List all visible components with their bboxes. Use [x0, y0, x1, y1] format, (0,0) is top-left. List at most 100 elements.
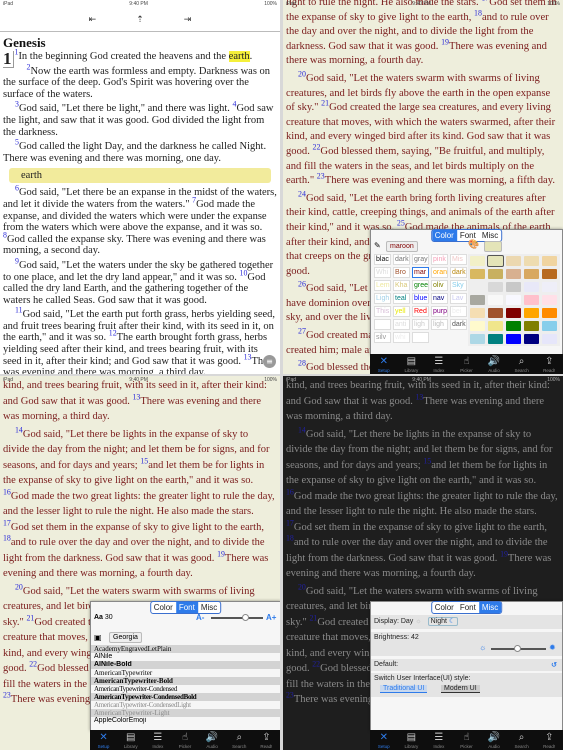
verse-number[interactable]: 16	[3, 487, 11, 496]
toolbar-read-button[interactable]: ⇪ Read!	[538, 356, 560, 373]
background-swatch[interactable]	[470, 269, 485, 279]
color-name-option[interactable]: anti	[393, 319, 410, 330]
color-name-option[interactable]: dark	[393, 254, 410, 265]
color-name-option[interactable]: Lav	[450, 293, 467, 304]
color-name-option[interactable]: gree	[412, 280, 429, 291]
tab-color[interactable]: Color	[432, 602, 457, 613]
background-swatch[interactable]	[488, 295, 503, 305]
toolbar-audio-button[interactable]: 🔊 Audio	[483, 732, 505, 749]
verse-number[interactable]: 19	[500, 549, 508, 558]
color-name-option[interactable]: teal	[393, 293, 410, 304]
tab-misc[interactable]: Misc	[478, 602, 502, 613]
toolbar-index-button[interactable]: ☰ Index	[428, 356, 450, 373]
color-name-option[interactable]: silv	[374, 332, 391, 343]
color-name-option[interactable]: dark	[450, 267, 467, 278]
toolbar-audio-button[interactable]: 🔊 Audio	[201, 732, 223, 749]
background-swatch[interactable]	[542, 269, 557, 279]
tab-color[interactable]: Color	[431, 230, 457, 241]
tab-misc[interactable]: Misc	[198, 602, 220, 613]
toolbar-setup-button[interactable]: ✕ Setup	[93, 732, 115, 749]
font-option[interactable]: AmericanTypewriter-Condensed	[91, 685, 280, 693]
day-mode-button[interactable]: Day	[401, 618, 413, 625]
color-name-option[interactable]: mar	[412, 267, 429, 278]
background-swatch[interactable]	[524, 308, 539, 318]
toolbar-picker-button[interactable]: ☝ Picker	[174, 732, 196, 749]
background-swatch[interactable]	[488, 269, 503, 279]
font-option[interactable]: AlNile-Bold	[91, 661, 280, 669]
verse-number[interactable]: 19	[217, 549, 225, 558]
verse-number[interactable]: 23	[3, 691, 11, 700]
verse-number[interactable]: 25	[397, 218, 405, 227]
color-name-option[interactable]	[374, 319, 391, 330]
increase-font-button[interactable]: A+	[266, 613, 276, 622]
background-swatch[interactable]	[470, 295, 485, 305]
verse-number[interactable]: 14	[15, 425, 23, 434]
slider-knob[interactable]	[242, 614, 250, 621]
toolbar-picker-button[interactable]: ☝ Picker	[455, 732, 477, 749]
color-name-option[interactable]: yell	[393, 306, 410, 317]
background-swatch[interactable]	[542, 282, 557, 292]
verse-number[interactable]: 19	[441, 37, 449, 46]
verse-number[interactable]: 23	[317, 172, 325, 181]
background-swatch[interactable]	[470, 334, 485, 344]
verse-number[interactable]: 21	[321, 99, 329, 108]
background-swatch[interactable]	[506, 282, 521, 292]
verse-number[interactable]: 20	[298, 582, 306, 591]
verse-number[interactable]: 22	[312, 660, 320, 669]
night-mode-button[interactable]: Night ☾	[427, 617, 459, 626]
color-name-option[interactable]: gray	[412, 254, 429, 265]
background-swatch[interactable]	[487, 255, 504, 267]
traditional-ui-button[interactable]: Traditional UI	[380, 685, 428, 693]
slider-knob[interactable]	[514, 645, 522, 652]
background-swatch[interactable]	[470, 256, 485, 266]
toolbar-audio-button[interactable]: 🔊 Audio	[483, 356, 505, 373]
toolbar-setup-button[interactable]: ✕ Setup	[373, 356, 395, 373]
background-swatch[interactable]	[524, 269, 539, 279]
modern-ui-button[interactable]: Modern UI	[441, 685, 480, 693]
toolbar-library-button[interactable]: ▤ Library	[400, 356, 422, 373]
toolbar-library-button[interactable]: ▤ Library	[120, 732, 142, 749]
color-name-option[interactable]: ligh	[431, 319, 448, 330]
reset-icon[interactable]: ↺	[551, 661, 557, 669]
background-swatch[interactable]	[542, 308, 557, 318]
verse-number[interactable]: 18	[286, 534, 294, 543]
background-swatch[interactable]	[524, 295, 539, 305]
color-name-option[interactable]: Red	[412, 306, 429, 317]
background-swatch[interactable]	[506, 308, 521, 318]
background-swatch[interactable]	[524, 282, 539, 292]
background-swatch[interactable]	[506, 256, 521, 266]
background-swatch[interactable]	[488, 321, 503, 331]
font-option[interactable]: AmericanTypewriter-CondensedLight	[91, 701, 280, 709]
background-swatch[interactable]	[524, 334, 539, 344]
verse-number[interactable]: 20	[298, 69, 306, 78]
background-swatch[interactable]	[470, 321, 485, 331]
background-swatch[interactable]	[488, 308, 503, 318]
verse-number[interactable]: 11	[15, 306, 23, 315]
previous-chapter-icon[interactable]: ⇤	[89, 15, 97, 25]
color-name-option[interactable]: oran	[431, 267, 448, 278]
background-swatch[interactable]	[470, 282, 485, 292]
color-name-option[interactable]: nav	[431, 293, 448, 304]
info-icon[interactable]: ⇡	[136, 15, 144, 25]
font-option[interactable]: AmericanTypewriter-Light	[91, 709, 280, 717]
color-name-option[interactable]: bei	[450, 306, 467, 317]
verse-number[interactable]: 17	[3, 518, 11, 527]
font-option[interactable]: AmericanTypewriter-CondensedBold	[91, 693, 280, 701]
menu-button[interactable]: ≡	[263, 355, 276, 368]
toolbar-search-button[interactable]: ⌕ Search	[511, 732, 533, 749]
verse-number[interactable]: 14	[298, 425, 306, 434]
background-swatch[interactable]	[470, 308, 485, 318]
font-option[interactable]: AcademyEngravedLetPlain	[91, 645, 280, 653]
verse-number[interactable]: 27	[298, 327, 306, 336]
verse-number[interactable]: 23	[286, 691, 294, 700]
background-swatch[interactable]	[524, 256, 539, 266]
color-name-option[interactable]: Ligh	[374, 293, 391, 304]
background-swatch[interactable]	[542, 321, 557, 331]
background-swatch[interactable]	[542, 295, 557, 305]
background-swatch[interactable]	[506, 295, 521, 305]
background-swatch[interactable]	[506, 334, 521, 344]
font-option[interactable]: AppleColorEmoji	[91, 717, 280, 725]
verse-number[interactable]: 20	[15, 582, 23, 591]
next-chapter-icon[interactable]: ⇥	[184, 15, 192, 25]
background-swatch[interactable]	[488, 334, 503, 344]
